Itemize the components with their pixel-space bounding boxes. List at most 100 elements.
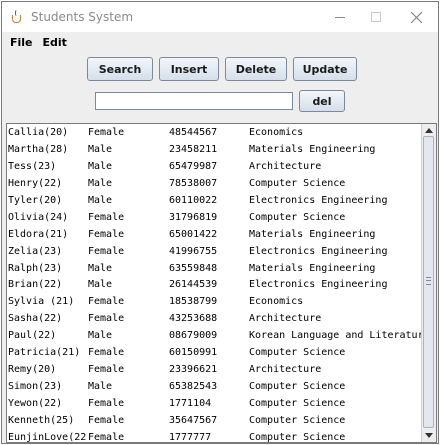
student-major: Architecture [249,313,322,325]
student-gender: Male [88,381,113,393]
student-id: 48544567 [169,127,218,138]
student-id: 35647567 [169,414,218,426]
list-item[interactable]: Simon(23) Male 65382543 Computer Science [7,378,436,395]
student-id: 43253688 [169,313,218,325]
list-item[interactable]: Olivia(24) Female 31796819 Computer Science [7,209,436,226]
list-item[interactable]: EunjinLove(22) Female 1777777 Computer Scie… [7,429,436,443]
student-gender: Female [88,228,125,240]
student-major: Electronics Engineering [249,194,388,206]
menu-edit[interactable]: Edit [43,36,67,49]
del-button[interactable]: del [299,90,345,112]
student-gender: Male [88,160,113,172]
maximize-icon[interactable] [358,2,394,32]
student-major: Materials Engineering [249,262,376,274]
list-item[interactable]: Kenneth(25) Female 35647567 Computer Scienc… [7,412,436,429]
list-item[interactable]: Zelia(23) Female 41996755 Electronics Engin… [7,243,436,260]
list-item[interactable]: Henry(22) Male 78538007 Computer Science [7,175,436,192]
window-title: Students System [31,10,134,24]
student-gender: Male [88,279,113,291]
student-major: Electronics Engineering [249,245,388,257]
student-gender: Female [88,296,125,308]
insert-button[interactable]: Insert [159,57,219,81]
vertical-scrollbar[interactable] [421,124,436,442]
student-major: Computer Science [249,347,346,359]
student-gender: Female [88,313,125,325]
list-item[interactable]: Tyler(20) Male 60110022 Electronics Enginee… [7,192,436,209]
scroll-up-icon[interactable] [425,128,433,133]
student-name: Eldora(21) [8,228,69,240]
student-name: Kenneth(25) [8,414,75,426]
menu-bar: File Edit [2,32,438,52]
list-item[interactable]: Martha(28) Male 23458211 Materials Engineer… [7,141,436,158]
update-button[interactable]: Update [293,57,357,81]
student-id: 41996755 [169,245,218,257]
student-name: Sasha(22) [8,313,63,325]
close-icon[interactable] [398,2,434,32]
student-major: Economics [249,296,304,308]
student-name: Martha(28) [8,143,69,155]
student-name: Sylvia (21) [8,296,75,308]
student-name: Tyler(20) [8,194,63,206]
student-id: 31796819 [169,211,218,223]
student-gender: Female [88,364,125,376]
student-id: 23396621 [169,364,218,376]
list-item[interactable]: Tess(23) Male 65479987 Architecture [7,158,436,175]
student-gender: Male [88,143,113,155]
student-major: Computer Science [249,381,346,393]
list-item[interactable]: Brian(22) Male 26144539 Electronics Enginee… [7,276,436,293]
student-gender: Male [88,330,113,342]
student-id: 08679009 [169,330,218,342]
list-item[interactable]: Eldora(21) Female 65001422 Materials Engine… [7,226,436,243]
delete-button[interactable]: Delete [225,57,287,81]
student-major: Computer Science [249,398,346,409]
student-major: Economics [249,127,304,138]
student-name: Henry(22) [8,177,63,189]
scroll-thumb[interactable] [423,136,434,428]
student-major: Korean Language and Literature [249,330,424,342]
action-toolbar: Search Insert Delete Update [2,52,438,86]
student-name: Yewon(22) [8,398,63,409]
menu-file[interactable]: File [10,36,33,49]
list-item[interactable]: Sasha(22) Female 43253688 Architecture [7,310,436,327]
list-item[interactable]: Callia(20) Female 48544567 Economics [7,124,436,141]
student-name: Patricia(21) [8,347,81,359]
student-name: Tess(23) [8,160,57,172]
student-major: Materials Engineering [249,143,376,155]
minimize-icon[interactable] [322,2,358,32]
student-major: Computer Science [249,177,346,189]
list-item[interactable]: Remy(20) Female 23396621 Architecture [7,361,436,378]
student-list[interactable]: Callia(20) Female 48544567 Economics Martha(… [6,123,437,443]
student-name: Ralph(23) [8,262,63,274]
list-item[interactable]: Ralph(23) Male 63559848 Materials Engineeri… [7,260,436,277]
student-name: EunjinLove(22) [8,431,88,443]
student-id: 78538007 [169,177,218,189]
student-gender: Male [88,177,113,189]
scroll-down-icon[interactable] [425,433,433,438]
student-id: 65001422 [169,228,218,240]
list-item[interactable]: Yewon(22) Female 1771104 Computer Science [7,395,436,412]
name-input[interactable] [95,92,293,110]
search-button[interactable]: Search [87,57,153,81]
list-item[interactable]: Paul(22) Male 08679009 Korean Language and … [7,327,436,344]
student-id: 65382543 [169,381,218,393]
list-item[interactable]: Sylvia (21) Female 18538799 Economics [7,293,436,310]
student-name: Paul(22) [8,330,57,342]
student-gender: Female [88,431,125,443]
student-id: 26144539 [169,279,218,291]
student-id: 60110022 [169,194,218,206]
student-major: Architecture [249,160,322,172]
list-item[interactable]: Patricia(21) Female 60150991 Computer Scien… [7,344,436,361]
student-gender: Male [88,194,113,206]
student-id: 1777777 [169,431,212,443]
student-major: Computer Science [249,414,346,426]
student-id: 65479987 [169,160,218,172]
student-major: Computer Science [249,431,346,443]
student-gender: Female [88,414,125,426]
student-gender: Female [88,211,125,223]
student-rows: Callia(20) Female 48544567 Economics Martha(… [7,124,436,443]
student-name: Brian(22) [8,279,63,291]
student-major: Computer Science [249,211,346,223]
student-major: Materials Engineering [249,228,376,240]
student-id: 63559848 [169,262,218,274]
student-name: Remy(20) [8,364,57,376]
